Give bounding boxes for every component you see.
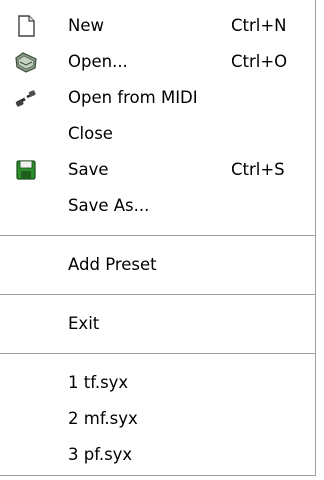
menu-item-open-from-midi[interactable]: Open from MIDI bbox=[0, 80, 315, 116]
save-disk-icon bbox=[14, 158, 38, 182]
midi-cable-icon bbox=[14, 86, 38, 110]
recent-file-item[interactable]: 2 mf.syx bbox=[0, 401, 315, 437]
recent-file-label: 3 pf.syx bbox=[68, 445, 133, 464]
menu-item-open[interactable]: Open... Ctrl+O bbox=[0, 44, 315, 80]
file-menu: New Ctrl+N Open... Ctrl+O Open from MIDI… bbox=[0, 0, 316, 476]
menu-item-exit[interactable]: Exit bbox=[0, 306, 315, 342]
recent-file-item[interactable]: 1 tf.syx bbox=[0, 365, 315, 401]
menu-item-new[interactable]: New Ctrl+N bbox=[0, 8, 315, 44]
menu-item-label: Save As... bbox=[68, 196, 150, 215]
recent-file-label: 1 tf.syx bbox=[68, 373, 129, 392]
new-document-icon bbox=[14, 14, 38, 38]
recent-file-label: 2 mf.syx bbox=[68, 409, 138, 428]
open-folder-icon bbox=[14, 50, 38, 74]
menu-item-label: Close bbox=[68, 124, 113, 143]
menu-item-save[interactable]: Save Ctrl+S bbox=[0, 152, 315, 188]
menu-separator bbox=[0, 294, 315, 295]
menu-item-label: Exit bbox=[68, 314, 100, 333]
menu-item-add-preset[interactable]: Add Preset bbox=[0, 247, 315, 283]
menu-item-shortcut: Ctrl+N bbox=[231, 16, 287, 35]
menu-item-shortcut: Ctrl+S bbox=[231, 160, 285, 179]
menu-item-close[interactable]: Close bbox=[0, 116, 315, 152]
menu-item-label: New bbox=[68, 16, 104, 35]
menu-item-label: Open from MIDI bbox=[68, 88, 198, 107]
menu-item-shortcut: Ctrl+O bbox=[231, 52, 288, 71]
menu-separator bbox=[0, 353, 315, 354]
menu-item-save-as[interactable]: Save As... bbox=[0, 188, 315, 224]
menu-item-label: Save bbox=[68, 160, 109, 179]
menu-separator bbox=[0, 235, 315, 236]
recent-file-item[interactable]: 3 pf.syx bbox=[0, 437, 315, 473]
menu-item-label: Add Preset bbox=[68, 255, 157, 274]
menu-item-label: Open... bbox=[68, 52, 128, 71]
